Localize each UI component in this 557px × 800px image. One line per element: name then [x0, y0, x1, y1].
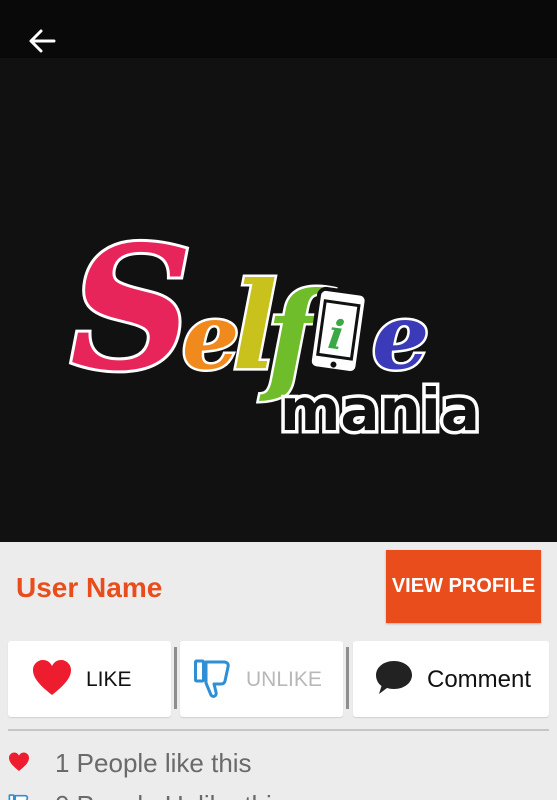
- svg-text:S: S: [70, 209, 193, 409]
- action-separator: [174, 647, 177, 709]
- phone-icon: i: [307, 286, 369, 375]
- thumbs-down-icon: [194, 659, 232, 699]
- heart-icon: [8, 752, 30, 776]
- selfie-photo[interactable]: S e l f i e mania: [0, 58, 557, 542]
- speech-bubble-icon: [375, 659, 413, 697]
- svg-text:e: e: [372, 284, 429, 390]
- action-separator: [346, 647, 349, 709]
- like-label: LIKE: [86, 668, 132, 691]
- selfie-detail-screen: S e l f i e mania User Name VIEW PROFILE…: [0, 0, 557, 800]
- view-profile-button[interactable]: VIEW PROFILE: [386, 550, 541, 623]
- comment-label: Comment: [427, 666, 532, 693]
- likes-count-text: 1 People like this: [55, 748, 252, 778]
- heart-icon: [32, 659, 72, 697]
- svg-text:mania: mania: [280, 376, 480, 444]
- likes-count-row[interactable]: 1 People like this: [0, 744, 557, 784]
- svg-text:e: e: [182, 284, 239, 390]
- selfie-mania-logo: S e l f i e mania: [67, 168, 490, 448]
- unlike-button[interactable]: UNLIKE: [180, 641, 343, 717]
- unlikes-count-row[interactable]: 0 People Unlike this: [0, 786, 557, 800]
- divider: [8, 729, 549, 731]
- arrow-left-icon: [28, 28, 56, 58]
- user-name[interactable]: User Name: [16, 572, 162, 604]
- top-bar: [0, 0, 557, 58]
- like-button[interactable]: LIKE: [8, 641, 171, 717]
- comment-button[interactable]: Comment: [353, 641, 549, 717]
- unlike-label: UNLIKE: [246, 668, 322, 691]
- thumbs-down-icon: [8, 794, 30, 800]
- back-button[interactable]: [24, 26, 60, 60]
- unlikes-count-text: 0 People Unlike this: [55, 790, 285, 800]
